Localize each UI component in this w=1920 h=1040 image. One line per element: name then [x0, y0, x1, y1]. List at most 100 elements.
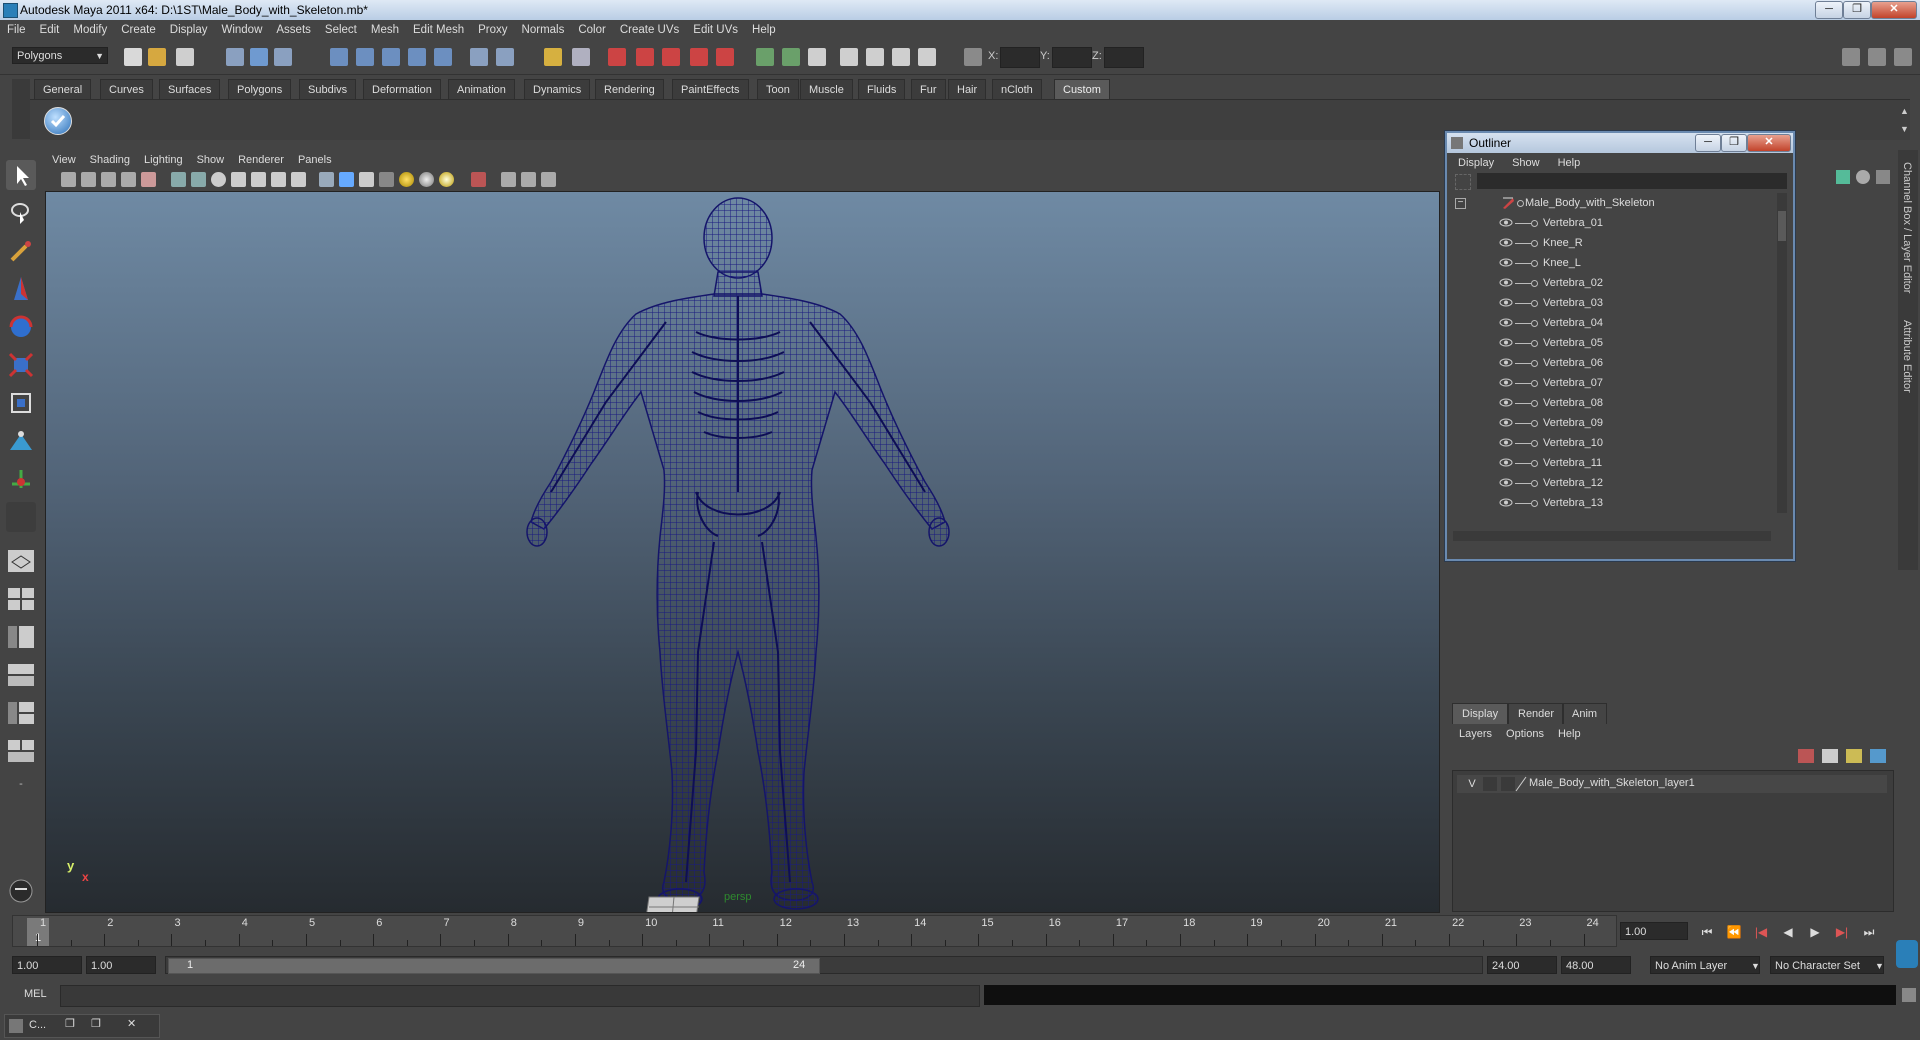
menu-select[interactable]: Select [318, 20, 364, 40]
character-set-selector[interactable]: No Character Set ▼ [1770, 956, 1884, 974]
outliner-item[interactable]: Vertebra_04 [1453, 313, 1771, 333]
scale-tool-icon[interactable] [6, 350, 36, 380]
shaded-cube-icon[interactable] [339, 172, 354, 187]
visibility-eye-icon[interactable] [1499, 238, 1513, 247]
menu-edit-mesh[interactable]: Edit Mesh [406, 20, 471, 40]
visibility-eye-icon[interactable] [1499, 338, 1513, 347]
shelf-tab-animation[interactable]: Animation [448, 79, 515, 99]
visibility-eye-icon[interactable] [1499, 278, 1513, 287]
snap-curve-icon[interactable] [356, 48, 374, 66]
textured-cube-icon[interactable] [359, 172, 374, 187]
outliner-item[interactable]: Vertebra_13 [1453, 493, 1771, 513]
four-view-layout-icon[interactable] [6, 584, 36, 614]
shelf-tab-polygons[interactable]: Polygons [228, 79, 292, 99]
smooth-shading-icon[interactable] [231, 172, 246, 187]
layer-tab-display[interactable]: Display [1452, 703, 1509, 724]
animation-start-field[interactable]: 1.00 [12, 956, 82, 974]
layout-more-icon[interactable]: - [6, 778, 36, 792]
layer-menu-help[interactable]: Help [1551, 725, 1588, 743]
layer-playback-toggle[interactable] [1483, 777, 1497, 791]
outliner-close-button[interactable]: ✕ [1747, 134, 1791, 152]
shelf-tab-muscle[interactable]: Muscle [800, 79, 853, 99]
outliner-item[interactable]: Vertebra_03 [1453, 293, 1771, 313]
outliner-graph-layout-icon[interactable] [6, 736, 36, 766]
menu-proxy[interactable]: Proxy [471, 20, 514, 40]
layer-visibility-toggle[interactable]: V [1465, 777, 1479, 791]
wireframe-on-shaded-icon[interactable] [251, 172, 266, 187]
x-field[interactable] [1000, 47, 1040, 68]
z-field[interactable] [1104, 47, 1144, 68]
last-tool-slot[interactable] [6, 502, 36, 532]
select-tool-icon[interactable] [6, 160, 36, 190]
open-scene-icon[interactable] [148, 48, 166, 66]
menu-set-selector[interactable]: Polygons ▼ [12, 47, 108, 64]
outliner-vertical-scrollbar[interactable] [1777, 193, 1787, 513]
outliner-horizontal-scrollbar[interactable] [1453, 531, 1771, 541]
shelf-scroll-down-icon[interactable]: ▼ [1900, 124, 1909, 134]
channel-box-pin-icon[interactable] [1876, 170, 1890, 184]
playback-start-field[interactable]: 1.00 [86, 956, 156, 974]
collapse-icon[interactable]: − [1455, 198, 1466, 209]
outliner-item[interactable]: Vertebra_05 [1453, 333, 1771, 353]
minimized-restore-icon[interactable]: ❐ [65, 1017, 75, 1030]
outliner-item[interactable]: Vertebra_11 [1453, 453, 1771, 473]
ninja-icon[interactable] [6, 876, 36, 906]
restore-button[interactable]: ❐ [1843, 1, 1871, 19]
viewport-menu-show[interactable]: Show [190, 151, 232, 169]
shelf-scroll-up-icon[interactable]: ▲ [1900, 106, 1909, 116]
channel-box-mode-icon[interactable] [1836, 170, 1850, 184]
animation-preferences-icon[interactable] [1896, 940, 1918, 968]
visibility-eye-icon[interactable] [1499, 218, 1513, 227]
move-layer-up-icon[interactable] [1798, 749, 1814, 763]
minimized-window[interactable]: C... ❐ ❐ ✕ [4, 1014, 160, 1038]
visibility-eye-icon[interactable] [1499, 418, 1513, 427]
layer-menu-options[interactable]: Options [1499, 725, 1551, 743]
perspective-viewport[interactable]: y x persp [45, 191, 1440, 913]
visibility-eye-icon[interactable] [1499, 498, 1513, 507]
layer-menu-layers[interactable]: Layers [1452, 725, 1499, 743]
outliner-scroll-thumb[interactable] [1778, 211, 1786, 241]
visibility-eye-icon[interactable] [1499, 458, 1513, 467]
shelf-tab-hair[interactable]: Hair [948, 79, 987, 99]
layer-tab-anim[interactable]: Anim [1562, 703, 1608, 724]
textured-icon[interactable] [271, 172, 286, 187]
menu-modify[interactable]: Modify [66, 20, 114, 40]
attribute-editor-toggle-icon[interactable] [1842, 48, 1860, 66]
current-time-field[interactable]: 1.00 [1620, 922, 1688, 940]
select-object-icon[interactable] [250, 48, 268, 66]
shelf-tab-surfaces[interactable]: Surfaces [159, 79, 221, 99]
render-view-icon[interactable] [892, 48, 910, 66]
history-icon[interactable] [470, 48, 488, 66]
shelf-tab-painteffects[interactable]: PaintEffects [672, 79, 749, 99]
new-scene-icon[interactable] [124, 48, 142, 66]
range-slider[interactable]: 1 24 [165, 956, 1483, 974]
wireframe-body-model[interactable] [46, 192, 1440, 913]
channel-box-tab[interactable]: Channel Box / Layer Editor [1901, 162, 1913, 293]
outliner-item[interactable]: Vertebra_02 [1453, 273, 1771, 293]
layer-color-swatch[interactable] [1501, 777, 1515, 791]
time-slider[interactable]: 1 1 2 3 4 5 6 7 8 9 10 11 12 13 14 15 16 17 18 19 20 21 22 23 2… [12, 915, 1617, 947]
render-frame-icon[interactable] [636, 48, 654, 66]
all-lights-icon[interactable] [419, 172, 434, 187]
channel-box-toggle-icon[interactable] [1894, 48, 1912, 66]
render-sequence-icon[interactable] [918, 48, 936, 66]
viewport-menu-view[interactable]: View [45, 151, 83, 169]
render-settings-icon[interactable] [690, 48, 708, 66]
select-highlight-icon[interactable] [572, 48, 590, 66]
xray-icon[interactable] [191, 172, 206, 187]
input-ops-icon[interactable] [756, 48, 774, 66]
shelf-tab-fur[interactable]: Fur [911, 79, 946, 99]
menu-edit-uvs[interactable]: Edit UVs [686, 20, 745, 40]
layer-tab-render[interactable]: Render [1508, 703, 1565, 724]
bookmarks-icon[interactable] [101, 172, 116, 187]
y-field[interactable] [1052, 47, 1092, 68]
custom-shelf-check-icon[interactable] [44, 107, 72, 135]
visibility-eye-icon[interactable] [1499, 298, 1513, 307]
snap-grid-icon[interactable] [330, 48, 348, 66]
select-component-icon[interactable] [274, 48, 292, 66]
step-forward-frame-button[interactable]: ▶| [1832, 922, 1852, 942]
shadows-icon[interactable] [439, 172, 454, 187]
outliner-title-bar[interactable]: Outliner ─ ❐ ✕ [1447, 133, 1793, 153]
shelf-tab-ncloth[interactable]: nCloth [992, 79, 1042, 99]
menu-edit[interactable]: Edit [33, 20, 67, 40]
